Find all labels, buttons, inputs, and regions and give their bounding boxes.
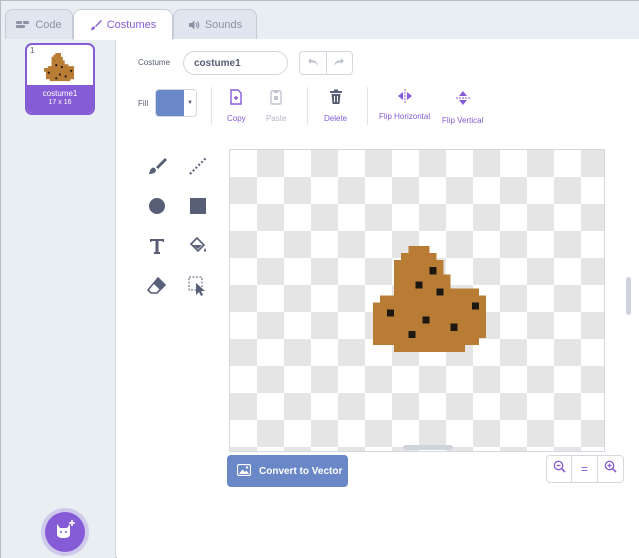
flip-vertical-icon bbox=[455, 89, 470, 112]
text-tool[interactable] bbox=[146, 237, 168, 259]
tab-costumes-label: Costumes bbox=[106, 19, 157, 31]
costume-thumbnail bbox=[44, 53, 75, 82]
fill-color-picker[interactable]: ▼ bbox=[155, 89, 197, 117]
add-costume-button[interactable] bbox=[45, 512, 85, 552]
costume-tile-caption: costume1 17 x 16 bbox=[27, 85, 93, 113]
flip-vertical-button[interactable]: Flip Vertical bbox=[442, 89, 483, 125]
tab-sounds-label: Sounds bbox=[204, 18, 243, 31]
zoom-out-button[interactable] bbox=[546, 455, 572, 483]
line-icon bbox=[188, 156, 208, 181]
redo-icon bbox=[333, 54, 345, 72]
toolbar-divider bbox=[367, 87, 368, 125]
paste-icon bbox=[269, 89, 283, 110]
flip-vertical-label: Flip Vertical bbox=[442, 116, 484, 125]
rectangle-icon bbox=[188, 196, 208, 221]
circle-icon bbox=[147, 196, 167, 221]
costume-number: 1 bbox=[30, 46, 35, 55]
tab-costumes[interactable]: Costumes bbox=[73, 9, 173, 40]
brush-tool[interactable] bbox=[146, 157, 168, 179]
tab-sounds[interactable]: Sounds bbox=[173, 9, 257, 39]
toolbar-divider bbox=[307, 87, 308, 125]
text-icon bbox=[147, 236, 167, 261]
costume-name-label: Costume bbox=[138, 58, 171, 67]
costume-tile-name: costume1 bbox=[42, 89, 78, 98]
copy-label: Copy bbox=[227, 114, 246, 123]
costume-sprite-cookie bbox=[373, 246, 486, 352]
fill-tool[interactable] bbox=[187, 236, 209, 261]
costume-list: 1 costume1 17 x 16 bbox=[1, 39, 116, 558]
app-frame: Code Costumes Sounds 1 costume1 17 x 16 … bbox=[0, 0, 639, 558]
trash-icon bbox=[329, 89, 343, 110]
fill-label: Fill bbox=[138, 99, 149, 108]
costume-tile-size: 17 x 16 bbox=[48, 99, 72, 106]
image-icon bbox=[236, 463, 252, 479]
zoom-in-button[interactable] bbox=[598, 455, 624, 483]
toolbar-divider bbox=[211, 87, 212, 125]
eraser-icon bbox=[146, 276, 167, 301]
tab-code-label: Code bbox=[35, 18, 62, 31]
delete-label: Delete bbox=[324, 114, 348, 123]
circle-tool[interactable] bbox=[146, 197, 168, 219]
brush-icon bbox=[90, 19, 102, 31]
zoom-reset-label: = bbox=[580, 462, 588, 476]
select-arrow-icon bbox=[188, 276, 208, 301]
select-tool[interactable] bbox=[187, 276, 209, 301]
line-tool[interactable] bbox=[187, 156, 209, 181]
horizontal-scrollbar[interactable] bbox=[403, 445, 453, 450]
flip-horizontal-label: Flip Horizontal bbox=[379, 112, 431, 121]
zoom-controls: = bbox=[546, 455, 626, 483]
paint-canvas[interactable] bbox=[229, 149, 605, 452]
fill-color-swatch bbox=[156, 90, 184, 116]
undo-button[interactable] bbox=[300, 52, 326, 74]
paint-editor: Costume Fill ▼ Copy Paste Delete bbox=[117, 39, 639, 558]
delete-button[interactable]: Delete bbox=[324, 89, 347, 123]
undo-redo-group bbox=[299, 51, 353, 75]
add-costume-icon bbox=[54, 519, 76, 545]
zoom-reset-button[interactable]: = bbox=[572, 455, 598, 483]
rectangle-tool[interactable] bbox=[187, 197, 209, 219]
vertical-scrollbar[interactable] bbox=[626, 277, 631, 315]
flip-horizontal-button[interactable]: Flip Horizontal bbox=[379, 89, 430, 121]
brush-icon bbox=[147, 156, 167, 181]
tab-code[interactable]: Code bbox=[5, 9, 73, 39]
tab-bar: Code Costumes Sounds bbox=[1, 1, 639, 40]
paint-bucket-icon bbox=[188, 236, 208, 261]
copy-icon bbox=[229, 89, 243, 110]
zoom-in-icon bbox=[604, 460, 617, 478]
redo-button[interactable] bbox=[325, 52, 353, 74]
eraser-tool[interactable] bbox=[146, 276, 168, 301]
copy-button[interactable]: Copy bbox=[227, 89, 246, 123]
chevron-down-icon: ▼ bbox=[187, 100, 193, 106]
convert-to-vector-label: Convert to Vector bbox=[259, 465, 343, 477]
code-icon bbox=[16, 20, 30, 30]
zoom-out-icon bbox=[553, 460, 566, 478]
undo-icon bbox=[307, 54, 319, 72]
speaker-icon bbox=[188, 20, 200, 30]
costume-tile-selected[interactable]: 1 costume1 17 x 16 bbox=[25, 43, 95, 115]
convert-to-vector-button[interactable]: Convert to Vector bbox=[227, 455, 348, 487]
paste-label: Paste bbox=[266, 114, 287, 123]
flip-horizontal-icon bbox=[396, 89, 414, 108]
paste-button[interactable]: Paste bbox=[266, 89, 286, 123]
costume-name-input[interactable] bbox=[183, 51, 288, 75]
